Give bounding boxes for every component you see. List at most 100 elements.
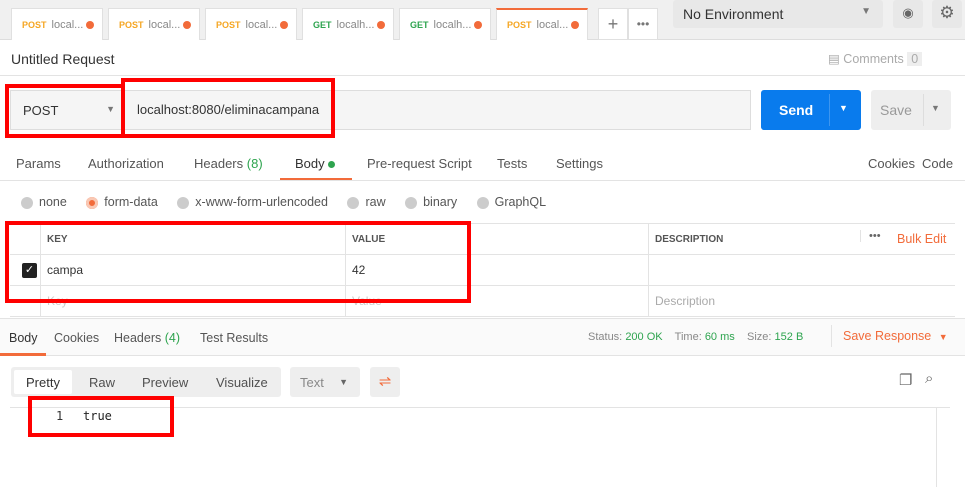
- tab-method: POST: [119, 19, 144, 30]
- scrollbar[interactable]: [936, 408, 950, 487]
- radio-selected-icon: [86, 196, 99, 209]
- settings-button[interactable]: ⚙: [932, 0, 962, 28]
- unsaved-dot-icon: [474, 20, 482, 29]
- annotation-box: [121, 78, 335, 138]
- tab-tests[interactable]: Tests: [497, 156, 527, 171]
- headers-count: (8): [246, 156, 263, 171]
- description-input[interactable]: Description: [648, 286, 955, 316]
- radio-graphql[interactable]: GraphQL: [476, 195, 547, 209]
- size-label: Size:: [747, 331, 772, 343]
- request-tab[interactable]: GET localh...: [302, 8, 394, 40]
- radio-label: GraphQL: [494, 195, 547, 209]
- search-icon[interactable]: ⌕: [925, 370, 933, 387]
- resp-tab-headers[interactable]: Headers (4): [114, 331, 180, 345]
- view-pretty[interactable]: Pretty: [26, 375, 60, 390]
- unsaved-dot-icon: [571, 21, 579, 29]
- format-label: Text: [300, 375, 324, 390]
- wrap-icon: ⇌: [378, 373, 392, 390]
- tab-params[interactable]: Params: [16, 156, 61, 171]
- resp-tab-body[interactable]: Body: [9, 331, 38, 345]
- divider: [0, 75, 965, 76]
- bulk-edit-link[interactable]: Bulk Edit: [897, 232, 946, 246]
- tab-label: local...: [148, 18, 181, 31]
- format-select[interactable]: Text ▼: [290, 367, 360, 397]
- more-tabs-button[interactable]: •••: [628, 8, 658, 40]
- annotation-box: [5, 221, 471, 303]
- active-tab-underline: [0, 353, 46, 356]
- radio-none[interactable]: none: [21, 195, 67, 209]
- request-tab[interactable]: GET localh...: [399, 8, 491, 40]
- eye-button[interactable]: ◉: [893, 0, 923, 28]
- body-type-radios: none form-data x-www-form-urlencoded raw…: [21, 195, 546, 209]
- resp-tab-cookies[interactable]: Cookies: [54, 331, 99, 345]
- radio-label: raw: [365, 195, 386, 209]
- chevron-down-icon: ▼: [339, 377, 348, 387]
- more-icon: •••: [636, 17, 650, 31]
- view-visualize[interactable]: Visualize: [216, 375, 268, 390]
- tab-body[interactable]: Body: [295, 156, 336, 171]
- unsaved-dot-icon: [280, 20, 288, 29]
- annotation-box: [28, 396, 174, 437]
- radio-raw[interactable]: raw: [347, 195, 386, 209]
- tab-label: Headers: [114, 331, 162, 345]
- save-response-button[interactable]: Save Response ▼: [843, 329, 948, 343]
- environment-label: No Environment: [683, 6, 784, 22]
- request-tab[interactable]: POST local...: [205, 8, 297, 40]
- tab-method: POST: [22, 19, 47, 30]
- status-label: Status:: [588, 331, 623, 343]
- copy-icon[interactable]: ❐: [899, 371, 912, 389]
- tab-method: GET: [313, 19, 332, 30]
- tab-method: POST: [507, 20, 532, 30]
- comments-button[interactable]: ▤ Comments 0: [828, 51, 923, 66]
- radio-binary[interactable]: binary: [405, 195, 457, 209]
- tab-label: local...: [536, 19, 569, 31]
- headers-count: (4): [164, 331, 181, 345]
- resp-tab-test-results[interactable]: Test Results: [200, 331, 268, 345]
- request-tab[interactable]: POST local...: [496, 8, 588, 40]
- plus-icon: +: [607, 13, 619, 34]
- tab-headers[interactable]: Headers (8): [194, 156, 263, 171]
- cookies-link[interactable]: Cookies: [868, 156, 915, 171]
- tab-pre-request-script[interactable]: Pre-request Script: [367, 156, 472, 171]
- request-tab[interactable]: POST local...: [108, 8, 200, 40]
- annotation-box: [5, 84, 125, 138]
- radio-label: none: [39, 195, 67, 209]
- gear-icon: ⚙: [939, 3, 955, 22]
- status-value: 200 OK: [625, 331, 663, 343]
- chevron-down-icon: ▼: [931, 103, 940, 113]
- tab-label: Body: [295, 156, 325, 171]
- environment-select[interactable]: No Environment ▼: [673, 0, 883, 28]
- tab-label: Headers: [194, 156, 244, 171]
- tab-label: localh...: [433, 18, 472, 31]
- chevron-down-icon: ▼: [938, 332, 948, 342]
- divider: [829, 94, 830, 126]
- view-preview[interactable]: Preview: [142, 375, 188, 390]
- comments-label: Comments: [843, 52, 904, 66]
- new-tab-button[interactable]: +: [598, 8, 628, 40]
- tab-authorization[interactable]: Authorization: [88, 156, 164, 171]
- radio-urlencoded[interactable]: x-www-form-urlencoded: [177, 195, 328, 209]
- tab-settings[interactable]: Settings: [556, 156, 603, 171]
- tab-method: GET: [410, 19, 429, 30]
- wrap-lines-button[interactable]: ⇌: [370, 367, 400, 397]
- tab-method: POST: [216, 19, 241, 30]
- request-tab[interactable]: POST local...: [11, 8, 103, 40]
- view-raw[interactable]: Raw: [89, 375, 115, 390]
- send-button[interactable]: Send ▼: [761, 90, 861, 130]
- description-cell[interactable]: [648, 255, 955, 285]
- chevron-down-icon: ▼: [861, 6, 871, 17]
- unsaved-dot-icon: [377, 20, 385, 29]
- response-meta: Status: 200 OK Time: 60 ms Size: 152 B: [588, 331, 803, 343]
- more-options-icon[interactable]: •••: [860, 230, 881, 242]
- divider: [923, 94, 924, 126]
- send-label: Send: [779, 102, 814, 118]
- radio-icon: [21, 196, 33, 209]
- save-button[interactable]: Save ▼: [871, 90, 951, 130]
- size-value: 152 B: [774, 331, 804, 343]
- time-value: 60 ms: [704, 331, 735, 343]
- comment-icon: ▤: [828, 52, 840, 66]
- radio-form-data[interactable]: form-data: [86, 195, 158, 209]
- request-title: Untitled Request: [11, 51, 115, 67]
- radio-label: x-www-form-urlencoded: [195, 195, 328, 209]
- code-link[interactable]: Code: [922, 156, 953, 171]
